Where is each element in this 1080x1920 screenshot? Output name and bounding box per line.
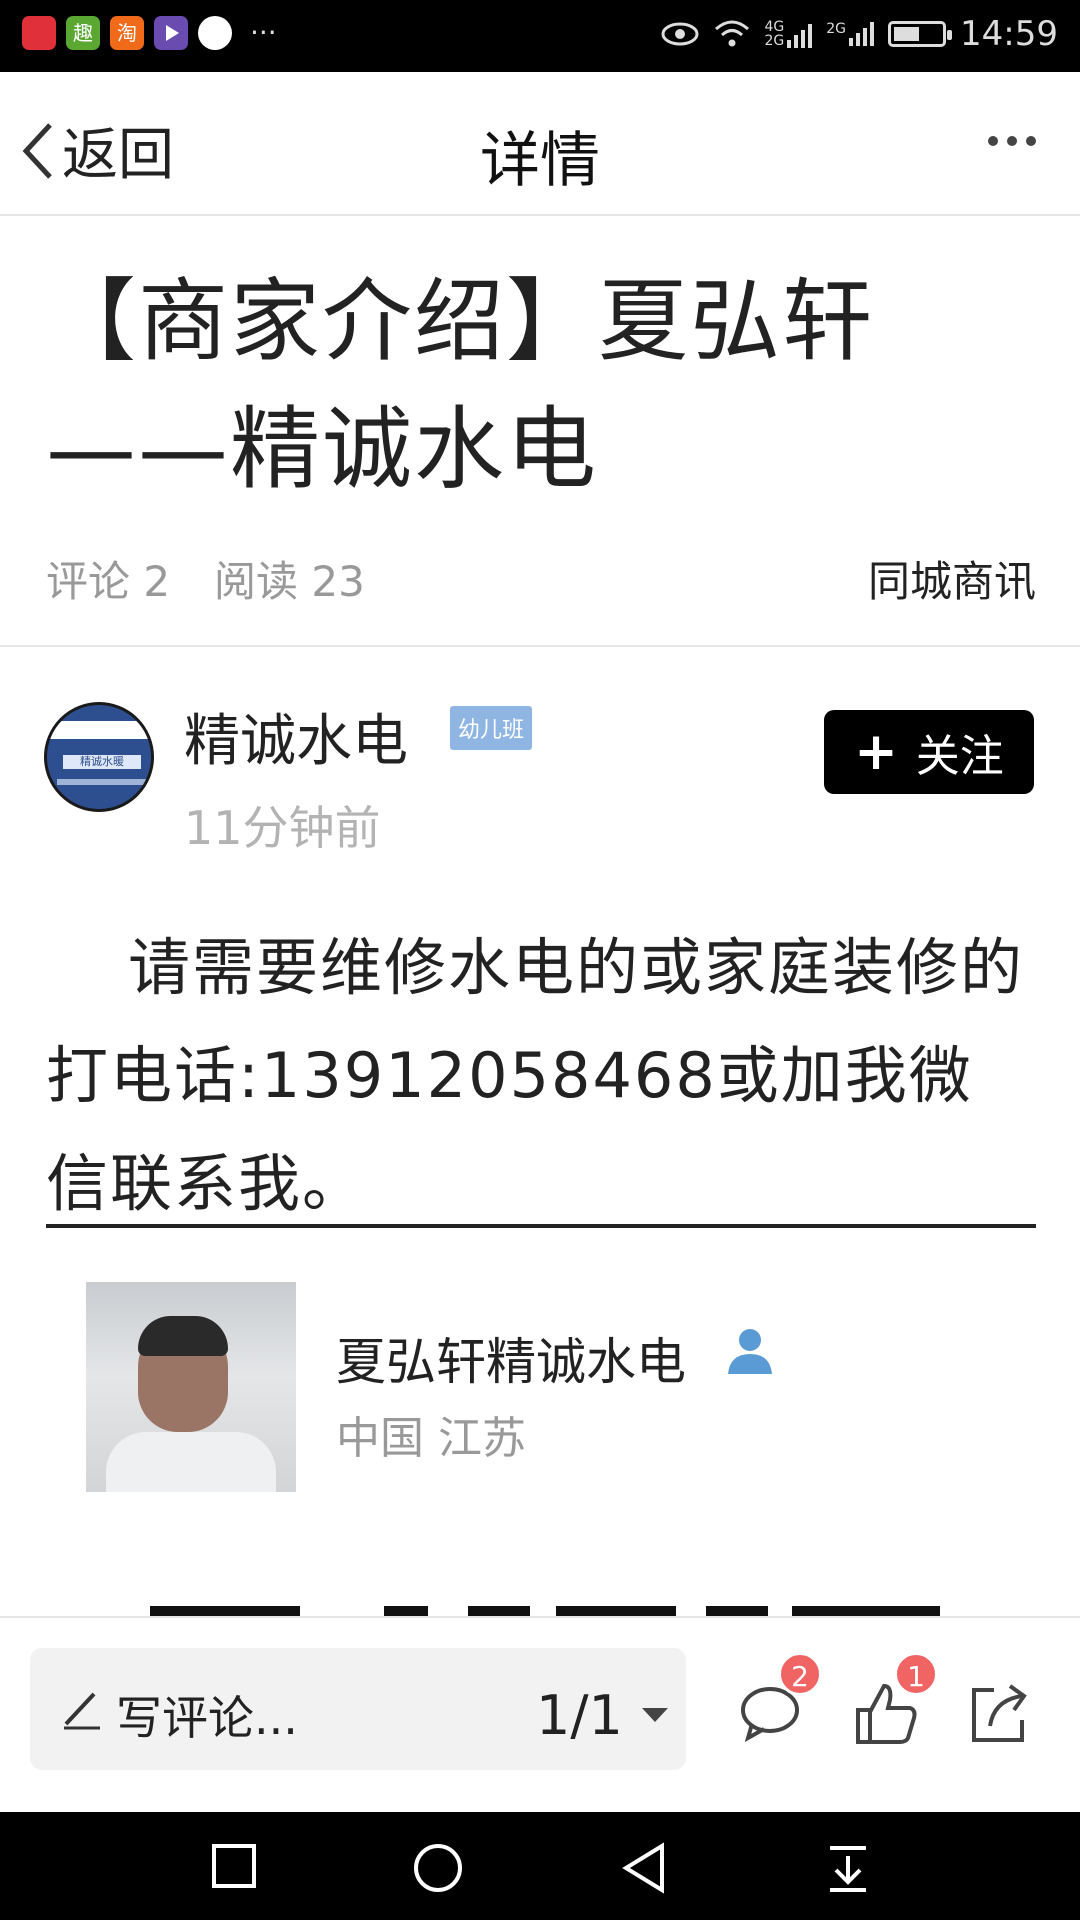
eye-icon: [661, 22, 699, 46]
content-fragment: [556, 1606, 676, 1616]
signal-4g-icon: 4G 2G: [764, 20, 813, 48]
user-icon: [728, 1329, 772, 1374]
read-count-label: 阅读 23: [214, 557, 365, 606]
dot-icon: [1026, 136, 1036, 146]
navigation-bar: 返回 详情: [0, 72, 1080, 216]
more-notifications-icon: ···: [250, 16, 277, 49]
white-circle-app-icon: [198, 16, 232, 50]
post-time: 11分钟前: [184, 801, 381, 855]
article-title: 【商家介绍】夏弘轩——精诚水电: [46, 269, 874, 502]
category-link[interactable]: 同城商讯: [868, 548, 1036, 609]
home-circle-icon[interactable]: [412, 1842, 464, 1894]
profile-name[interactable]: 夏弘轩精诚水电: [336, 1322, 686, 1394]
taobao-app-icon: 淘: [110, 16, 144, 50]
section-divider: [46, 1224, 1036, 1228]
content-fragment: [384, 1606, 428, 1616]
article-meta: 评论 2 阅读 23 同城商讯: [46, 548, 1036, 606]
more-options-button[interactable]: [988, 136, 1036, 146]
plus-icon: +: [854, 722, 898, 782]
bottom-action-bar: 写评论... 1/1 2 1: [0, 1616, 1080, 1812]
like-count-badge: 1: [894, 1652, 938, 1696]
dot-icon: [988, 136, 998, 146]
clock: 14:59: [960, 14, 1058, 54]
caret-down-icon[interactable]: [642, 1708, 668, 1722]
battery-level: [894, 27, 920, 41]
photo-shirt: [106, 1432, 276, 1492]
follow-label: 关注: [915, 731, 1004, 782]
comment-count-label[interactable]: 评论 2: [46, 548, 170, 609]
content-fragment: [150, 1606, 300, 1616]
back-triangle-icon[interactable]: [620, 1842, 668, 1894]
purple-app-icon: [154, 16, 188, 50]
divider: [0, 645, 1080, 647]
status-bar: 趣 淘 ··· 4G 2G 2G 14:59: [0, 0, 1080, 72]
author-name[interactable]: 精诚水电: [184, 696, 408, 777]
dot-icon: [1007, 136, 1017, 146]
share-icon: [972, 1684, 1027, 1742]
comment-count-badge: 2: [778, 1652, 822, 1696]
content-fragment: [792, 1606, 940, 1616]
content-fragment: [468, 1606, 530, 1616]
red-app-icon: [22, 16, 56, 50]
pencil-icon: [64, 1692, 100, 1730]
follow-button[interactable]: + 关注: [824, 710, 1034, 794]
profile-photo[interactable]: [86, 1282, 296, 1492]
author-avatar[interactable]: 精诚水暖: [44, 702, 154, 812]
profile-location: 中国 江苏: [336, 1413, 526, 1464]
wifi-icon: [715, 20, 750, 47]
signal-2g-icon: 2G: [826, 22, 875, 46]
article-body: 请需要维修水电的或家庭装修的打电话:13912058468或加我微信联系我。: [46, 931, 1025, 1220]
share-button[interactable]: [964, 1678, 1034, 1748]
avatar-stripe: [57, 779, 147, 785]
page-title: 详情: [480, 126, 600, 196]
system-indicators: 4G 2G 2G 14:59: [660, 14, 1058, 54]
avatar-banner: [47, 721, 151, 739]
page-indicator[interactable]: 1/1: [536, 1684, 623, 1747]
comment-placeholder: 写评论...: [116, 1691, 298, 1745]
comments-button[interactable]: 2: [736, 1652, 822, 1748]
author-level-badge: 幼儿班: [450, 706, 533, 750]
comment-input[interactable]: 写评论... 1/1: [30, 1648, 686, 1770]
like-button[interactable]: 1: [852, 1652, 938, 1748]
recents-square-icon[interactable]: [210, 1842, 258, 1890]
green-app-icon: 趣: [66, 16, 100, 50]
battery-icon: [888, 21, 953, 47]
avatar-text: 精诚水暖: [63, 755, 141, 769]
content-fragment: [706, 1606, 768, 1616]
system-navigation-bar: [0, 1812, 1080, 1920]
photo-hair: [138, 1316, 228, 1356]
notification-icons: 趣 淘 ···: [22, 16, 277, 50]
partially-hidden-content: [150, 1606, 940, 1616]
notification-drawer-icon[interactable]: [824, 1842, 872, 1894]
